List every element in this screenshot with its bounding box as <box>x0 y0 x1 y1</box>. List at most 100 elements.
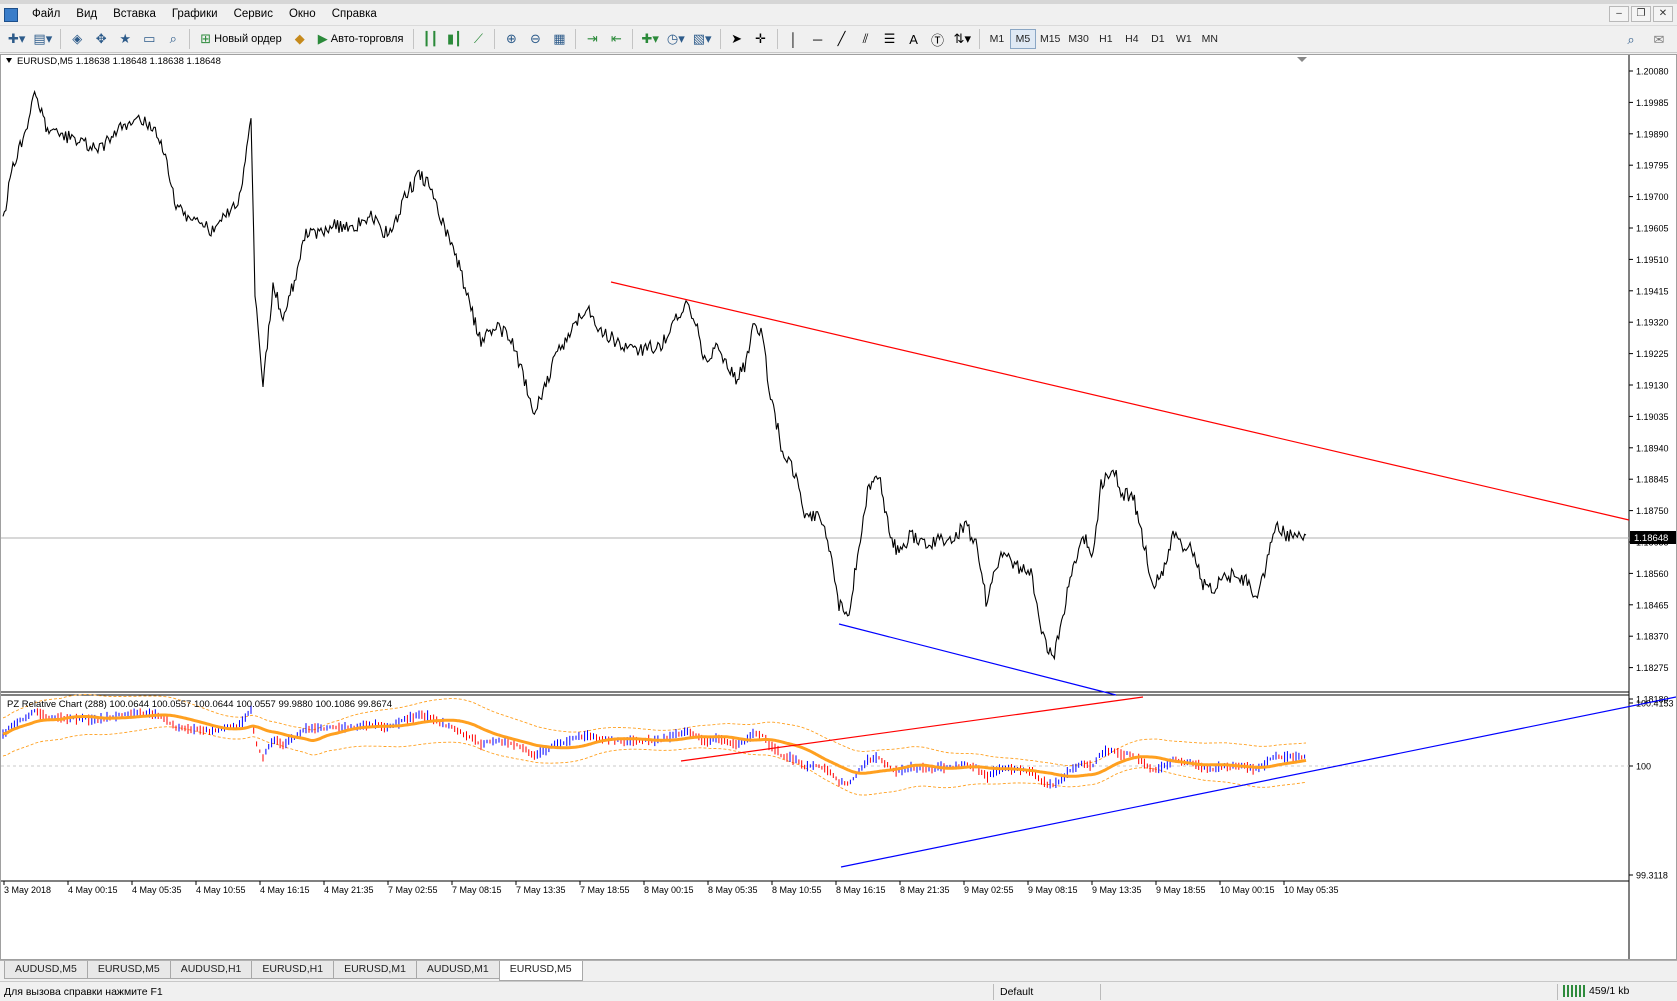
tile-windows-icon[interactable]: ▦ <box>547 28 571 50</box>
indicator-header: PZ Relative Chart (288) 100.0644 100.055… <box>7 699 392 710</box>
price-tick-label: 1.18560 <box>1636 569 1669 579</box>
time-tick-label: 9 May 02:55 <box>964 885 1014 895</box>
price-tick-label: 1.18845 <box>1636 475 1669 485</box>
menu-bar: Файл Вид Вставка Графики Сервис Окно Спр… <box>0 4 1677 25</box>
time-tick-label: 4 May 10:55 <box>196 885 246 895</box>
price-tick-label: 1.19985 <box>1636 98 1669 108</box>
crosshair-icon[interactable]: ✛ <box>749 28 773 50</box>
cursor-icon[interactable]: ➤ <box>725 28 749 50</box>
status-traffic[interactable]: 459/1 kb <box>1563 985 1629 997</box>
chart-tab[interactable]: AUDUSD,H1 <box>169 961 253 979</box>
current-price-label: 1.18648 <box>1634 533 1668 544</box>
time-tick-label: 9 May 18:55 <box>1156 885 1206 895</box>
autotrading-icon: ▶ <box>317 31 328 46</box>
price-tick-label: 1.19320 <box>1636 318 1669 328</box>
horizontal-line-icon[interactable]: ─ <box>806 28 830 50</box>
periods-icon[interactable]: ◷▾ <box>663 28 689 50</box>
time-tick-label: 8 May 16:15 <box>836 885 886 895</box>
timeframe-h1[interactable]: H1 <box>1093 29 1119 49</box>
autoscroll-icon[interactable]: ⇥ <box>580 28 604 50</box>
new-order-button[interactable]: ⊞ Новый ордер <box>194 28 288 50</box>
status-profile[interactable]: Default <box>1000 986 1033 998</box>
bar-chart-icon[interactable]: ┃┃ <box>418 28 442 50</box>
price-tick-label: 1.19795 <box>1636 161 1669 171</box>
time-tick-label: 7 May 18:55 <box>580 885 630 895</box>
timeframe-mn[interactable]: MN <box>1197 29 1223 49</box>
chart-tab[interactable]: EURUSD,M5 <box>86 961 171 979</box>
strategy-tester-icon[interactable]: ⌕ <box>161 28 185 50</box>
text-icon[interactable]: A <box>902 28 926 50</box>
indicators-icon[interactable]: ✚▾ <box>637 28 662 50</box>
time-tick-label: 9 May 08:15 <box>1028 885 1078 895</box>
indicator-tick-label: 99.3118 <box>1636 871 1668 881</box>
templates-icon[interactable]: ▧▾ <box>689 28 716 50</box>
status-bar: Для вызова справки нажмите F1 Default 45… <box>0 981 1677 1001</box>
timeframe-m1[interactable]: M1 <box>984 29 1010 49</box>
candlestick-icon[interactable]: ▮┃ <box>442 28 466 50</box>
time-tick-label: 4 May 21:35 <box>324 885 374 895</box>
chart-tab[interactable]: EURUSD,H1 <box>251 961 335 979</box>
navigator-icon[interactable]: ✥ <box>89 28 113 50</box>
menu-help[interactable]: Справка <box>324 4 385 25</box>
timeframe-h4[interactable]: H4 <box>1119 29 1145 49</box>
status-separator <box>1557 984 1558 1000</box>
app-icon[interactable] <box>4 7 18 22</box>
time-tick-label: 4 May 16:15 <box>260 885 310 895</box>
chart-tab[interactable]: AUDUSD,M1 <box>415 961 500 979</box>
chat-icon[interactable]: ✉ <box>1647 29 1671 51</box>
meta-editor-icon[interactable]: ◆ <box>288 28 312 50</box>
price-tick-label: 1.18465 <box>1636 600 1669 610</box>
zoom-in-icon[interactable]: ⊕ <box>499 28 523 50</box>
menu-tools[interactable]: Сервис <box>226 4 281 25</box>
minimize-icon[interactable]: ‒ <box>1609 6 1629 22</box>
price-tick-label: 1.18940 <box>1636 443 1669 453</box>
time-tick-label: 7 May 02:55 <box>388 885 438 895</box>
timeframe-w1[interactable]: W1 <box>1171 29 1197 49</box>
status-separator <box>993 984 994 1000</box>
menu-insert[interactable]: Вставка <box>105 4 164 25</box>
time-tick-label: 3 May 2018 <box>4 885 51 895</box>
menu-file[interactable]: Файл <box>24 4 68 25</box>
timeframe-d1[interactable]: D1 <box>1145 29 1171 49</box>
autotrading-button[interactable]: ▶ Авто-торговля <box>312 28 410 50</box>
menu-window[interactable]: Окно <box>281 4 324 25</box>
search-icon[interactable]: ⌕ <box>1619 29 1643 51</box>
chart-window[interactable]: 1.20080 1.19985 1.19890 1.19795 1.19700 1.196… <box>0 54 1677 960</box>
text-label-icon[interactable]: Ⓣ <box>926 28 950 50</box>
terminal-icon[interactable]: ▭ <box>137 28 161 50</box>
equidistant-channel-icon[interactable]: ⫽ <box>854 28 878 50</box>
timeframe-m5[interactable]: M5 <box>1009 29 1036 49</box>
timeframe-m15[interactable]: M15 <box>1036 29 1064 49</box>
chart-canvas[interactable]: 1.20080 1.19985 1.19890 1.19795 1.19700 1.196… <box>1 55 1676 959</box>
chart-tab[interactable]: AUDUSD,M5 <box>4 961 88 979</box>
price-tick-label: 1.19130 <box>1636 381 1669 391</box>
close-icon[interactable]: ✕ <box>1653 6 1673 22</box>
status-traffic-label: 459/1 kb <box>1589 985 1630 997</box>
fibonacci-icon[interactable]: ☰ <box>878 28 902 50</box>
data-window-icon[interactable]: ★ <box>113 28 137 50</box>
price-tick-label: 1.19890 <box>1636 129 1669 139</box>
market-watch-icon[interactable]: ◈ <box>65 28 89 50</box>
toolbar-separator <box>632 29 634 49</box>
menu-view[interactable]: Вид <box>68 4 105 25</box>
new-chart-icon[interactable]: ✚▾ <box>4 28 29 50</box>
timeframe-m30[interactable]: M30 <box>1064 29 1092 49</box>
arrows-icon[interactable]: ⇅▾ <box>950 28 975 50</box>
chart-shift-icon[interactable]: ⇤ <box>604 28 628 50</box>
new-order-icon: ⊞ <box>200 31 212 46</box>
toolbar-separator <box>189 29 191 49</box>
price-tick-label: 1.19035 <box>1636 412 1669 422</box>
indicator-tick-label: 100 <box>1636 762 1651 772</box>
vertical-line-icon[interactable]: │ <box>782 28 806 50</box>
line-chart-icon[interactable]: ⟋ <box>466 28 490 50</box>
status-separator <box>1100 984 1101 1000</box>
profiles-icon[interactable]: ▤▾ <box>29 28 56 50</box>
trendline-icon[interactable]: ╱ <box>830 28 854 50</box>
restore-icon[interactable]: ❐ <box>1631 6 1651 22</box>
chart-tab[interactable]: EURUSD,M1 <box>333 961 417 979</box>
price-tick-label: 1.19510 <box>1636 255 1669 265</box>
price-tick-label: 1.18275 <box>1636 663 1669 673</box>
chart-tab-active[interactable]: EURUSD,M5 <box>498 961 583 981</box>
menu-charts[interactable]: Графики <box>164 4 226 25</box>
zoom-out-icon[interactable]: ⊖ <box>523 28 547 50</box>
